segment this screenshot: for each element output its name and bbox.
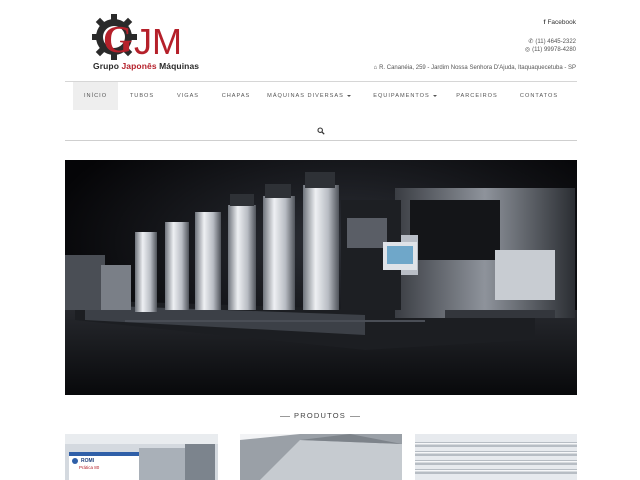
phone-2[interactable]: ◎ (11) 99978-4280 (525, 46, 576, 53)
facebook-label: Facebook (547, 19, 576, 26)
nav-label: Chapas (221, 93, 251, 99)
phone-2-text: (11) 99978-4280 (532, 47, 576, 53)
search-icon[interactable] (317, 122, 325, 135)
nav-item-maquinas-diversas[interactable]: Máquinas Diversas (266, 82, 352, 110)
nav-item-inicio[interactable]: Início (73, 82, 118, 110)
facebook-icon: f (543, 20, 546, 26)
address-text: R. Cananéia, 259 - Jardim Nossa Senhora … (379, 65, 576, 71)
product-caption-brand: ROMI (81, 458, 95, 464)
nav-item-contatos[interactable]: Contatos (515, 82, 563, 110)
brand-name-suffix: Máquinas (159, 61, 200, 71)
nav-item-parceiros[interactable]: Parceiros (449, 82, 505, 110)
phone-1-text: (11) 4645-2322 (535, 39, 576, 45)
product-card-sheet[interactable] (240, 434, 402, 480)
nav-divider-bottom (65, 140, 577, 141)
nav-label: Parceiros (456, 93, 498, 99)
nav-label: Início (83, 93, 108, 99)
facebook-link[interactable]: f Facebook (543, 19, 576, 26)
phone-icon: ✆ (528, 39, 534, 45)
nav-label: Tubos (129, 93, 155, 99)
product-caption-model: Prática 80 (79, 465, 100, 470)
brand-name-prefix: Grupo (93, 61, 119, 71)
caret-down-icon (346, 94, 351, 97)
nav-label: Vigas (176, 93, 200, 99)
product-card-tubes[interactable] (415, 434, 577, 480)
address: ⌂ R. Cananéia, 259 - Jardim Nossa Senhora… (373, 65, 576, 71)
nav-label: Máquinas Diversas (267, 93, 344, 99)
nav-item-chapas[interactable]: Chapas (213, 82, 259, 110)
section-title-text: PRODUTOS (294, 411, 346, 420)
main-nav: Início Tubos Vigas Chapas Máquinas Diver… (65, 82, 577, 110)
title-dash-right (349, 415, 360, 417)
product-card-machine[interactable]: ROMI Prática 80 (65, 434, 218, 480)
nav-label: Equipamentos (373, 93, 430, 99)
logo-letter-g: G (103, 19, 133, 61)
nav-item-equipamentos[interactable]: Equipamentos (367, 82, 443, 110)
whatsapp-icon: ◎ (524, 47, 531, 53)
home-icon: ⌂ (373, 65, 378, 71)
nav-label: Contatos (519, 93, 559, 99)
hero-image (65, 160, 577, 395)
brand-name-highlight: Japonês (121, 61, 157, 71)
section-title-produtos: PRODUTOS (0, 411, 640, 420)
logo-letters-jm: JM (134, 21, 182, 62)
nav-item-vigas[interactable]: Vigas (168, 82, 208, 110)
caret-down-icon (432, 94, 437, 97)
nav-item-tubos[interactable]: Tubos (122, 82, 162, 110)
title-dash-left (280, 415, 291, 417)
brand-name: Grupo Japonês Máquinas (93, 61, 199, 71)
phone-1[interactable]: ✆ (11) 4645-2322 (528, 38, 576, 45)
